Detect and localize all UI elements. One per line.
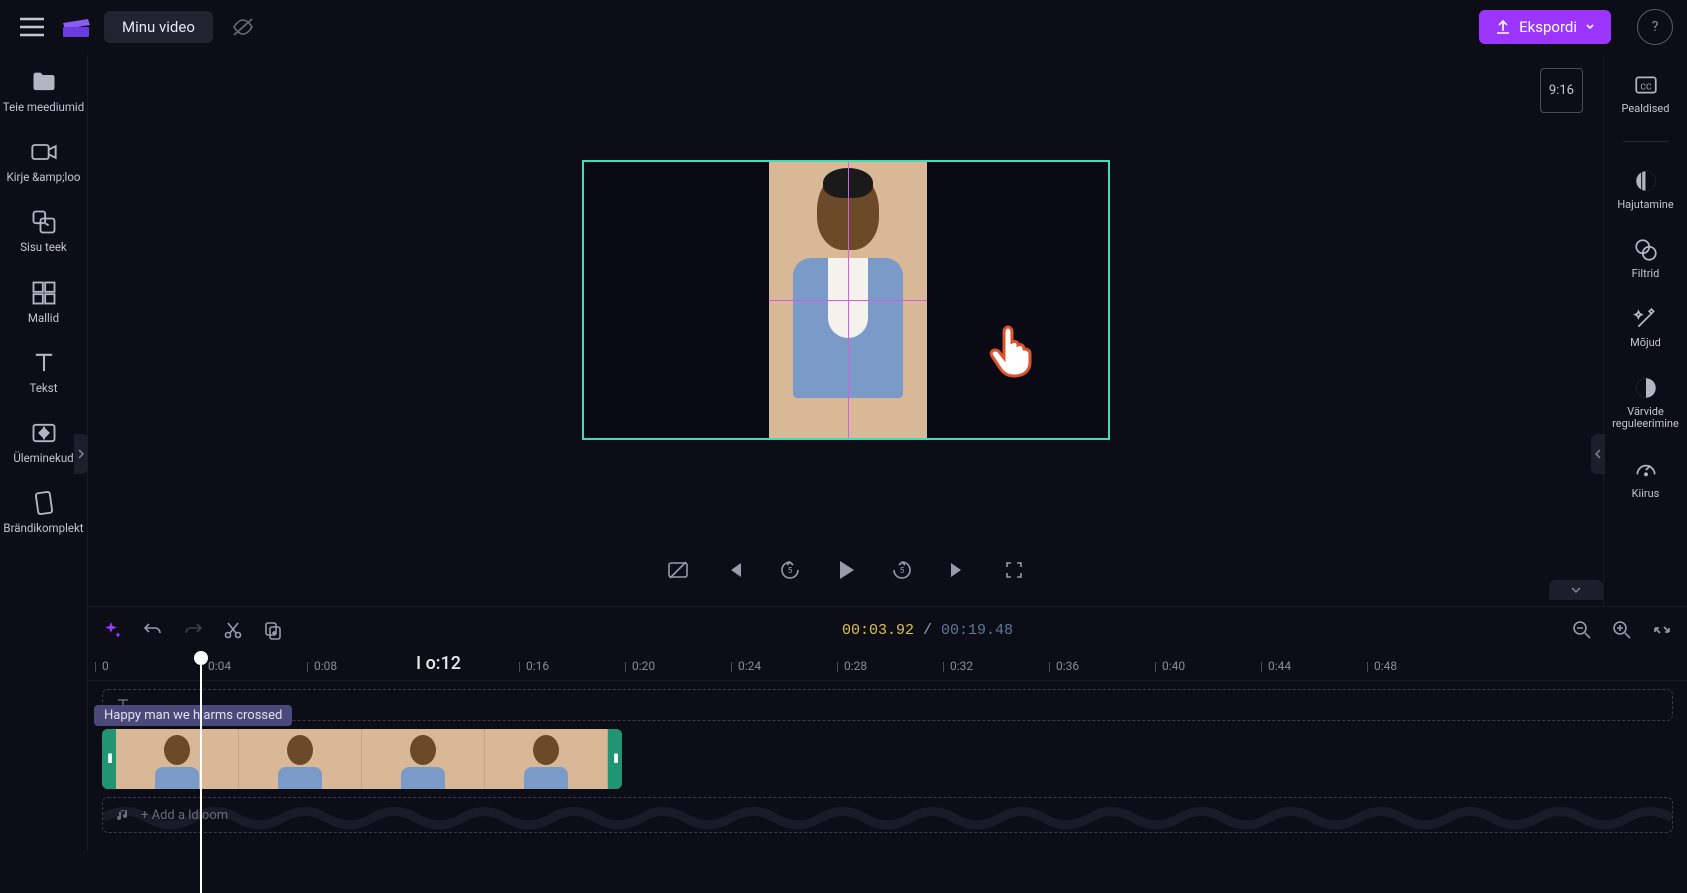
play-button[interactable] xyxy=(832,556,860,584)
brandkit-icon xyxy=(30,489,58,517)
sidebar-item-text[interactable]: Tekst xyxy=(0,349,87,395)
music-icon xyxy=(115,807,131,823)
project-title[interactable]: Minu video xyxy=(104,11,213,43)
fade-icon xyxy=(1633,168,1659,194)
sidebar-item-templates[interactable]: Mallid xyxy=(0,279,87,325)
redo-button[interactable] xyxy=(182,619,204,641)
timeline: 00:03.92 / 00:19.48 0 0:04 0:08 I o:12 0… xyxy=(88,606,1687,851)
text-track-placeholder[interactable] xyxy=(102,689,1673,721)
export-label: Ekspordi xyxy=(1519,18,1577,36)
divider xyxy=(1623,141,1669,142)
transport-controls: 5 5 xyxy=(88,546,1603,606)
sidebar-right: CC Pealdised Hajutamine Filtrid Mõjud Vä… xyxy=(1603,54,1687,606)
visibility-off-icon[interactable] xyxy=(231,15,255,39)
ruler-focus-tick: I o:12 xyxy=(416,653,461,674)
next-frame-button[interactable] xyxy=(944,556,972,584)
chevron-down-icon xyxy=(1570,586,1582,594)
color-adjust-icon xyxy=(1633,375,1659,401)
hand-cursor-icon xyxy=(984,322,1038,378)
clip-tooltip: Happy man we h arms crossed xyxy=(94,705,292,726)
sidebar-item-media[interactable]: Teie meediumid xyxy=(0,68,87,114)
center-panel: 9:16 xyxy=(88,54,1603,606)
undo-button[interactable] xyxy=(142,619,164,641)
rside-item-speed[interactable]: Kiirus xyxy=(1604,457,1687,500)
zoom-in-button[interactable] xyxy=(1611,619,1633,641)
video-track: II II xyxy=(102,729,1673,789)
chevron-right-icon xyxy=(77,448,85,460)
sidebar-item-record[interactable]: Kirje &amp;loo xyxy=(0,138,87,184)
tracks-area: Happy man we h arms crossed II II xyxy=(88,681,1687,851)
library-icon xyxy=(30,208,58,236)
fullscreen-button[interactable] xyxy=(1000,556,1028,584)
sidebar-item-library[interactable]: Sisu teek xyxy=(0,208,87,254)
sidebar-expand-left[interactable] xyxy=(1591,434,1605,474)
current-time: 00:03.92 xyxy=(842,622,914,639)
video-clip[interactable]: II II xyxy=(102,729,622,789)
sidebar-left: Teie meediumid Kirje &amp;loo Sisu teek … xyxy=(0,54,88,606)
clip-handle-right[interactable]: II xyxy=(608,729,622,789)
svg-text:5: 5 xyxy=(899,566,904,575)
aspect-ratio-badge[interactable]: 9:16 xyxy=(1540,68,1583,113)
transitions-icon xyxy=(30,419,58,447)
folder-icon xyxy=(30,68,58,96)
speed-icon xyxy=(1633,457,1659,483)
clip-thumbnails xyxy=(116,729,608,789)
captions-icon: CC xyxy=(1633,72,1659,98)
camera-icon xyxy=(30,138,58,166)
collapse-timeline-button[interactable] xyxy=(1549,580,1603,600)
duplicate-button[interactable] xyxy=(262,619,284,641)
rside-item-filters[interactable]: Filtrid xyxy=(1604,237,1687,280)
sidebar-expand-right[interactable] xyxy=(74,434,88,474)
top-bar: Minu video Ekspordi ? xyxy=(0,0,1687,54)
duration: 00:19.48 xyxy=(941,622,1013,639)
timeline-time: 00:03.92 / 00:19.48 xyxy=(302,622,1553,639)
timeline-ruler[interactable]: 0 0:04 0:08 I o:12 0:16 0:20 0:24 0:28 0… xyxy=(88,653,1687,681)
audio-track-placeholder[interactable]: + Add a ldioom xyxy=(102,797,1673,833)
forward-5-button[interactable]: 5 xyxy=(888,556,916,584)
zoom-out-button[interactable] xyxy=(1571,619,1593,641)
help-button[interactable]: ? xyxy=(1637,9,1673,45)
export-button[interactable]: Ekspordi xyxy=(1479,10,1611,44)
menu-button[interactable] xyxy=(14,9,50,45)
ai-sparkle-button[interactable] xyxy=(102,619,124,641)
timeline-gutter xyxy=(0,606,88,851)
preview-area: 9:16 xyxy=(88,54,1603,546)
fit-button[interactable] xyxy=(1651,619,1673,641)
chevron-down-icon xyxy=(1585,22,1595,32)
sidebar-item-brandkit[interactable]: Brändikomplekt xyxy=(0,489,87,535)
app-logo-icon xyxy=(62,15,92,39)
timeline-toolbar: 00:03.92 / 00:19.48 xyxy=(88,607,1687,653)
hide-overlay-button[interactable] xyxy=(664,556,692,584)
rside-item-fade[interactable]: Hajutamine xyxy=(1604,168,1687,211)
rside-item-effects[interactable]: Mõjud xyxy=(1604,306,1687,349)
rewind-5-button[interactable]: 5 xyxy=(776,556,804,584)
upload-icon xyxy=(1495,19,1511,35)
template-icon xyxy=(30,279,58,307)
playhead[interactable] xyxy=(200,653,202,893)
filters-icon xyxy=(1633,237,1659,263)
split-button[interactable] xyxy=(222,619,244,641)
canvas-frame[interactable] xyxy=(582,160,1110,440)
rside-item-color[interactable]: Värvide reguleerimine xyxy=(1604,375,1687,430)
guide-horizontal xyxy=(769,300,927,301)
effects-icon xyxy=(1633,306,1659,332)
waveform-icon xyxy=(103,798,1672,833)
rside-item-captions[interactable]: CC Pealdised xyxy=(1604,72,1687,115)
svg-text:CC: CC xyxy=(1640,82,1652,92)
clip-handle-left[interactable]: II xyxy=(102,729,116,789)
svg-text:5: 5 xyxy=(787,566,792,575)
prev-frame-button[interactable] xyxy=(720,556,748,584)
text-icon xyxy=(30,349,58,377)
chevron-left-icon xyxy=(1594,448,1602,460)
